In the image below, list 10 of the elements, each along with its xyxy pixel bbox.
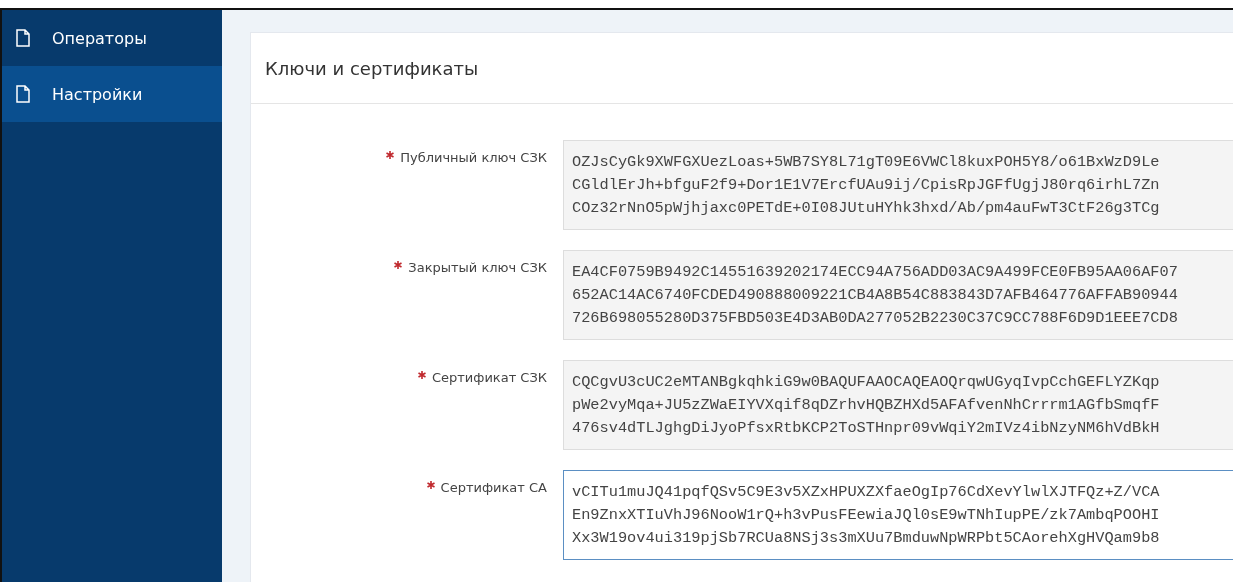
- card-title: Ключи и сертификаты: [265, 57, 479, 79]
- field-label: Закрытый ключ СЗК: [408, 260, 547, 275]
- document-icon: [16, 29, 30, 47]
- document-icon: [16, 85, 30, 103]
- text-area-field[interactable]: vCITu1muJQ41pqfQSv5C9E3v5XZxHPUXZXfaeOgIp76CdXevYlwlXJTFQz+Z/VCA En9ZnxXTIuVhJ96NooW1rQ+h3vPusFEewiaJQl0sE9wTNhIupPE/zk7AmbqPOOHI Xx3W19ov4ui319pjSb7RCUa8NSj3s3mXUu7BmduwNpWRPbt5CAorehXgHVQam9b8: [563, 470, 1233, 560]
- sidebar-item[interactable]: Операторы: [2, 10, 222, 66]
- field-label: Сертификат СЗК: [431, 370, 547, 385]
- field-label: Публичный ключ СЗК: [400, 150, 547, 165]
- sidebar-item[interactable]: Настройки: [2, 66, 222, 122]
- field-label: Сертификат CA: [440, 480, 547, 495]
